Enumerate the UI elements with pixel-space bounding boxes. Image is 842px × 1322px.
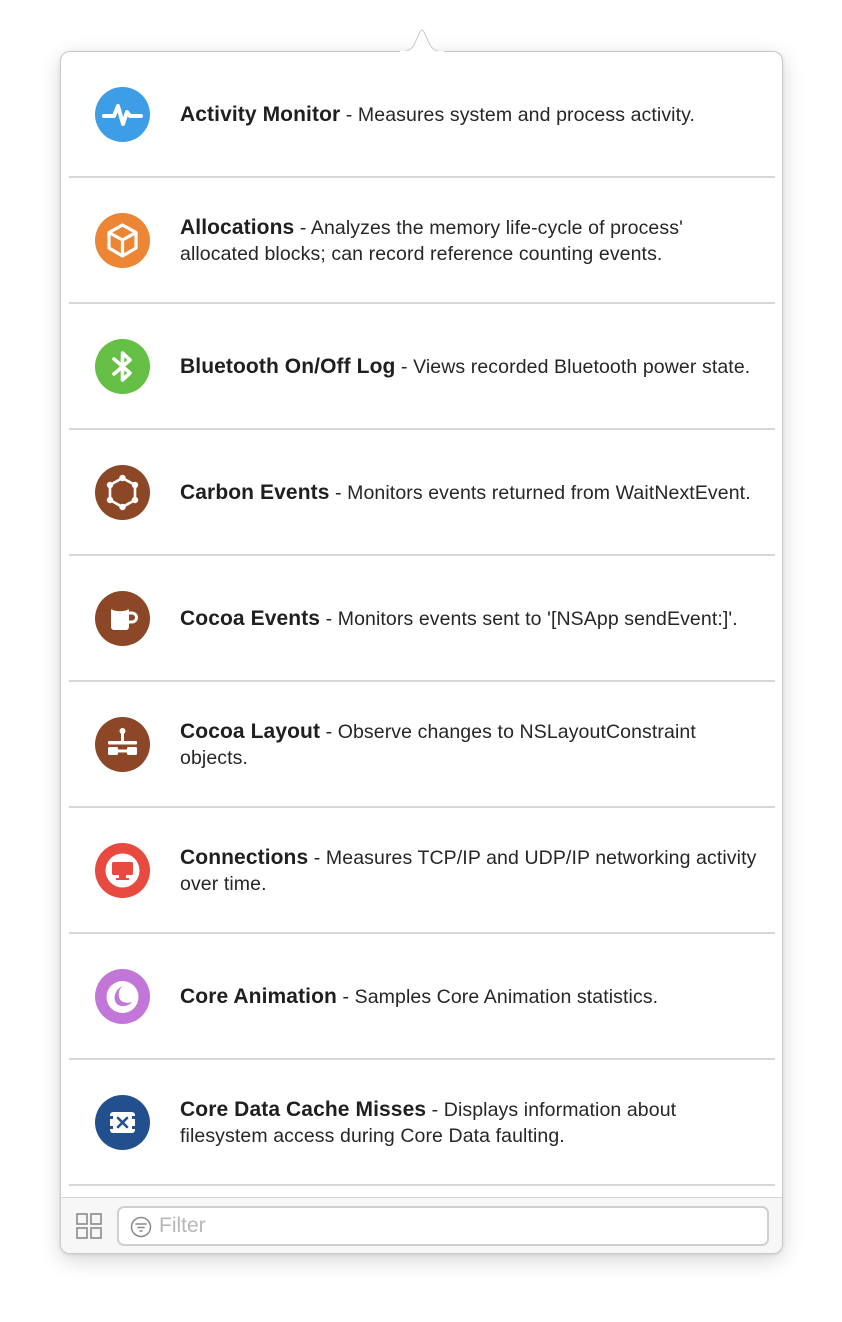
filter-input[interactable] bbox=[159, 1210, 759, 1242]
popover-arrow bbox=[400, 29, 444, 53]
instrument-row-activity-monitor[interactable]: Activity Monitor - Measures system and p… bbox=[61, 52, 782, 178]
instrument-name: Connections bbox=[180, 846, 309, 869]
row-divider bbox=[69, 1184, 775, 1186]
instrument-list: Activity Monitor - Measures system and p… bbox=[61, 52, 782, 1197]
filter-funnel-icon bbox=[130, 1216, 152, 1238]
instrument-row-cocoa-events[interactable]: Cocoa Events - Monitors events sent to '… bbox=[61, 556, 782, 682]
instrument-description: - Measures system and process activity. bbox=[340, 104, 696, 126]
instrument-row-allocations[interactable]: Allocations - Analyzes the memory life-c… bbox=[61, 178, 782, 304]
instrument-name: Cocoa Events bbox=[180, 607, 321, 630]
instrument-name: Core Data Cache Misses bbox=[180, 1098, 427, 1121]
cache-miss-icon bbox=[95, 1095, 150, 1150]
grid-view-icon[interactable] bbox=[75, 1212, 103, 1240]
instrument-library-popover: Activity Monitor - Measures system and p… bbox=[60, 51, 783, 1254]
instrument-row-bluetooth-log[interactable]: Bluetooth On/Off Log - Views recorded Bl… bbox=[61, 304, 782, 430]
bluetooth-icon bbox=[95, 339, 150, 394]
layout-constraint-icon bbox=[95, 717, 150, 772]
hexagon-nodes-icon bbox=[95, 465, 150, 520]
instrument-row-core-animation[interactable]: Core Animation - Samples Core Animation … bbox=[61, 934, 782, 1060]
instrument-row-core-data-cache-misses[interactable]: Core Data Cache Misses - Displays inform… bbox=[61, 1060, 782, 1186]
instrument-row-cocoa-layout[interactable]: Cocoa Layout - Observe changes to NSLayo… bbox=[61, 682, 782, 808]
activity-pulse-icon bbox=[95, 87, 150, 142]
network-monitor-icon bbox=[95, 843, 150, 898]
box-icon bbox=[95, 213, 150, 268]
core-animation-icon bbox=[95, 969, 150, 1024]
instrument-row-connections[interactable]: Connections - Measures TCP/IP and UDP/IP… bbox=[61, 808, 782, 934]
instrument-description: - Views recorded Bluetooth power state. bbox=[395, 356, 751, 378]
instrument-name: Core Animation bbox=[180, 985, 337, 1008]
mug-icon bbox=[95, 591, 150, 646]
instrument-name: Carbon Events bbox=[180, 481, 330, 504]
instrument-description: - Monitors events returned from WaitNext… bbox=[329, 482, 751, 504]
instrument-name: Activity Monitor bbox=[180, 103, 341, 126]
instrument-name: Allocations bbox=[180, 216, 295, 239]
instrument-description: - Monitors events sent to '[NSApp sendEv… bbox=[320, 608, 738, 630]
filter-field[interactable] bbox=[117, 1206, 769, 1246]
instrument-row-carbon-events[interactable]: Carbon Events - Monitors events returned… bbox=[61, 430, 782, 556]
instrument-name: Cocoa Layout bbox=[180, 720, 321, 743]
library-footer bbox=[61, 1197, 782, 1253]
instrument-description: - Samples Core Animation statistics. bbox=[336, 986, 659, 1008]
instrument-name: Bluetooth On/Off Log bbox=[180, 355, 396, 378]
